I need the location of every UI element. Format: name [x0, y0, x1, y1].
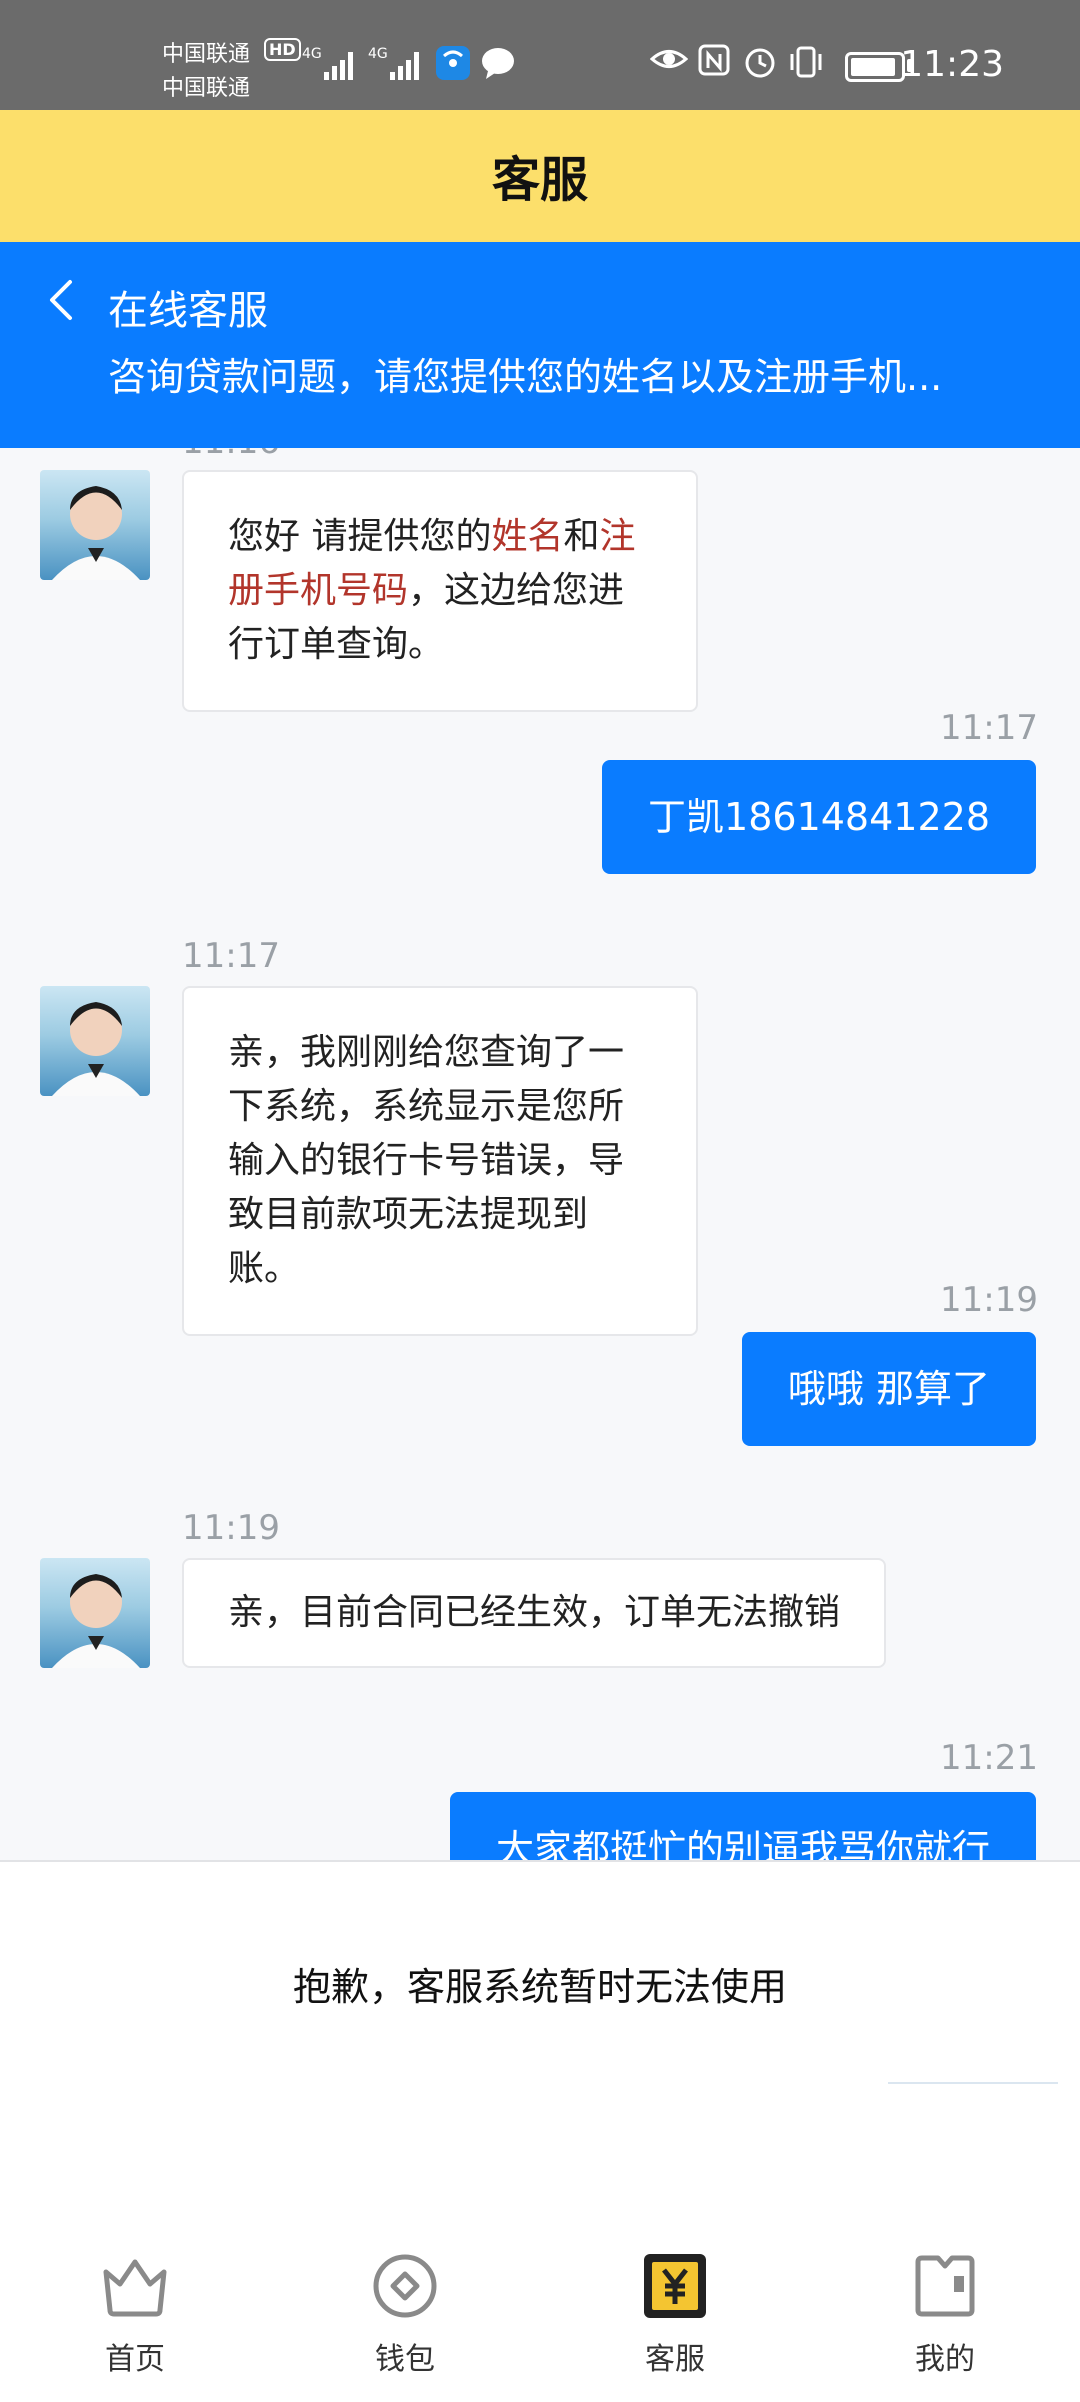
carrier-label: 中国联通: [162, 42, 251, 67]
svg-text:4G: 4G: [368, 46, 388, 62]
highlight-name: 姓名: [491, 516, 564, 557]
nav-label: 首页: [105, 2342, 165, 2377]
chat-area[interactable]: 11:16 您好 请提供您的姓名和注册手机号码，这边给您进行订单查询。 11:1…: [0, 448, 1080, 1860]
nav-item-service[interactable]: 客服: [595, 2252, 755, 2378]
message-timestamp: 11:17: [182, 936, 280, 976]
back-arrow-icon[interactable]: [40, 276, 88, 324]
eye-icon: [650, 50, 688, 68]
message-bubble-incoming: 亲，目前合同已经生效，订单无法撤销: [182, 1558, 887, 1668]
agent-avatar-icon: [52, 1002, 140, 1096]
service-subtitle: 咨询贷款问题，请您提供您的姓名以及注册手机...: [108, 355, 943, 399]
message-timestamp: 11:19: [940, 1280, 1038, 1320]
message-timestamp: 11:19: [182, 1508, 280, 1548]
nav-item-home[interactable]: 首页: [55, 2252, 215, 2378]
vibrate-icon: [790, 46, 822, 78]
service-header: 在线客服 咨询贷款问题，请您提供您的姓名以及注册手机...: [0, 242, 1080, 448]
footer-panel: 抱歉，客服系统暂时无法使用 首页 钱包 客服 我的: [0, 1860, 1080, 2402]
page-title: 客服: [491, 152, 588, 208]
status-bar: 中国联通 中国联通 HD 4G 4G 11:23: [0, 0, 1080, 110]
nfc-icon: [698, 44, 730, 76]
clock: 11:23: [900, 44, 1004, 85]
hotspot-icon: [436, 46, 470, 80]
message-text: 和: [563, 516, 600, 557]
hd-badge: HD: [264, 38, 301, 61]
home-crown-icon: [103, 2259, 167, 2317]
wallet-icon: [373, 2254, 437, 2318]
signal-icon: 4G: [368, 46, 419, 80]
message-timestamp: 11:16: [182, 448, 280, 462]
profile-icon: [915, 2255, 975, 2317]
alarm-icon: [745, 48, 775, 78]
message-bubble-outgoing: 丁凯18614841228: [602, 760, 1036, 874]
svg-text:4G: 4G: [302, 46, 322, 62]
message-bubble-outgoing: 哦哦 那算了: [741, 1332, 1036, 1446]
agent-avatar-icon: [52, 486, 140, 580]
app-title-bar: 客服: [0, 110, 1080, 242]
message-bubble-outgoing: 大家都挺忙的别逼我骂你就行: [449, 1792, 1036, 1860]
nav-label: 我的: [915, 2342, 975, 2377]
message-timestamp: 11:21: [940, 1738, 1038, 1778]
message-bubble-incoming: 您好 请提供您的姓名和注册手机号码，这边给您进行订单查询。: [182, 470, 698, 712]
unavailable-notice: 抱歉，客服系统暂时无法使用: [292, 1965, 787, 2009]
yuan-icon: [644, 2254, 706, 2318]
nav-label: 钱包: [375, 2342, 435, 2377]
nav-item-profile[interactable]: 我的: [865, 2252, 1025, 2378]
message-bubble-incoming: 亲，我刚刚给您查询了一下系统，系统显示是您所输入的银行卡号错误，导致目前款项无法…: [182, 986, 698, 1336]
service-title: 在线客服: [108, 288, 268, 334]
agent-avatar: [40, 470, 150, 580]
agent-avatar-icon: [52, 1574, 140, 1668]
divider: [888, 2082, 1058, 2084]
agent-avatar: [40, 1558, 150, 1668]
nav-label: 客服: [645, 2342, 705, 2377]
message-icon: [482, 48, 514, 79]
nav-item-wallet[interactable]: 钱包: [325, 2252, 485, 2378]
message-text: 您好 请提供您的: [228, 516, 492, 557]
battery-icon: [845, 52, 905, 82]
agent-avatar: [40, 986, 150, 1096]
message-timestamp: 11:17: [940, 708, 1038, 748]
carrier-label: 中国联通: [162, 76, 251, 101]
signal-icon: 4G: [302, 46, 353, 80]
